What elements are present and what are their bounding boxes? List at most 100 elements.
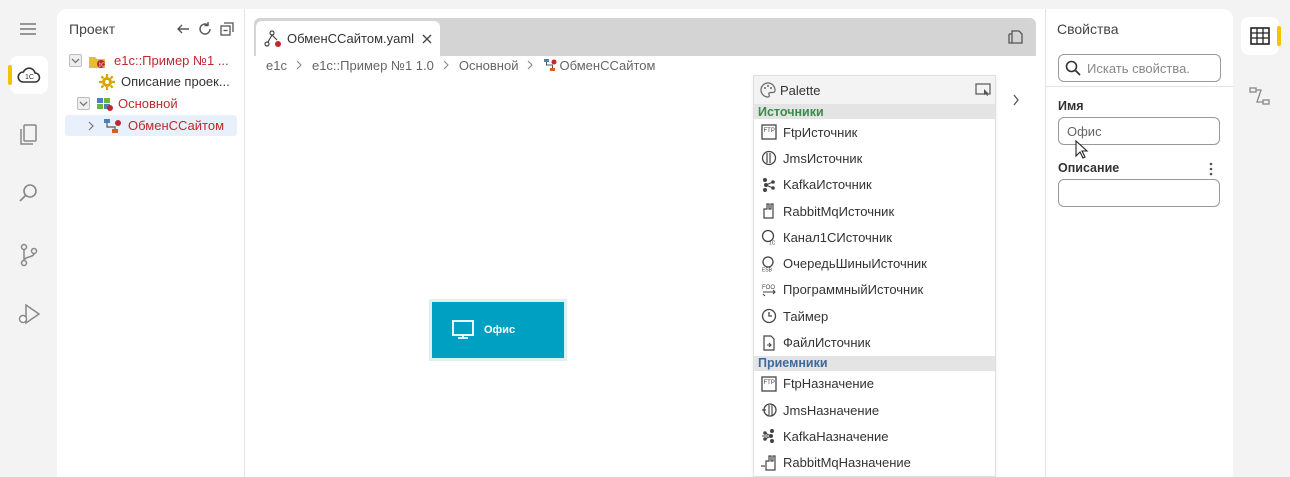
activity-source-control[interactable]: [10, 236, 48, 274]
tree-item-label: ОбменССайтом: [128, 118, 225, 133]
palette-section-destinations: Приемники: [754, 355, 995, 371]
palette-item-file-source[interactable]: ФайлИсточник: [754, 329, 995, 355]
tree-item-label: e1c::Пример №1 ...: [114, 53, 229, 68]
name-label: Имя: [1058, 99, 1084, 113]
expand-toggle[interactable]: [69, 54, 82, 67]
activity-bar: 1C: [0, 0, 57, 477]
close-icon[interactable]: [422, 34, 432, 44]
expand-toggle[interactable]: [77, 97, 90, 110]
tab-label: ОбменССайтом.yaml: [287, 31, 415, 46]
refresh-icon[interactable]: [198, 22, 212, 36]
project-title: Проект: [69, 21, 116, 37]
run-debug-icon: [18, 303, 41, 325]
structure-view-button[interactable]: [1241, 77, 1279, 115]
palette-item-kafka-destination[interactable]: KafkaНазначение: [754, 423, 995, 449]
cloud-1c-icon: 1C: [17, 67, 41, 83]
collapse-all-icon[interactable]: [220, 22, 234, 36]
workbench: Проект 1C e1c::Пример №1 ... Описание пр…: [57, 9, 1234, 477]
palette-icon: [760, 82, 776, 98]
palette-title: Palette: [780, 82, 821, 98]
breadcrumb-item[interactable]: Основной: [459, 58, 519, 73]
flow-file-icon: [264, 29, 281, 47]
node-label: Офис: [484, 324, 516, 336]
gear-icon: [99, 73, 115, 90]
1c-channel-icon: 1C: [761, 229, 777, 245]
tree-item-label: Описание проек...: [121, 74, 230, 89]
kafka-icon: [761, 428, 777, 444]
breadcrumb: e1c e1c::Пример №1 1.0 Основной ОбменССа…: [266, 55, 655, 75]
program-icon: FOO: [761, 282, 777, 298]
menu-icon[interactable]: [19, 22, 37, 39]
palette-item-rabbitmq-source[interactable]: RabbitMqИсточник: [754, 198, 995, 224]
tree-item-label: Основной: [118, 96, 178, 111]
property-search-input[interactable]: [1087, 60, 1217, 76]
svg-text:1C: 1C: [25, 74, 34, 81]
palette: Palette Источники FTP FtpИсточник JmsИсто…: [753, 75, 996, 477]
activity-explorer[interactable]: [10, 116, 48, 154]
palette-item-ftp-destination[interactable]: FTP FtpНазначение: [754, 371, 995, 397]
project-header: Проект: [57, 9, 244, 49]
palette-item-ftp-source[interactable]: FTP FtpИсточник: [754, 119, 995, 145]
files-icon: [20, 124, 37, 145]
divider: [1046, 86, 1234, 87]
rabbitmq-icon: [761, 455, 777, 471]
tab-strip: ОбменССайтом.yaml: [254, 18, 1036, 56]
svg-text:1C: 1C: [99, 62, 106, 68]
select-tool-icon[interactable]: [975, 83, 991, 97]
properties-view-button[interactable]: [1241, 17, 1281, 55]
more-vertical-icon[interactable]: [1209, 162, 1213, 176]
module-icon: [97, 97, 113, 111]
svg-text:ESB: ESB: [762, 267, 773, 272]
palette-item-jms-source[interactable]: JmsИсточник: [754, 145, 995, 171]
breadcrumb-item[interactable]: e1c: [266, 58, 287, 73]
mouse-cursor-icon: [1075, 140, 1089, 159]
chevron-right-icon: [296, 60, 302, 70]
svg-text:FTP: FTP: [764, 128, 775, 134]
property-search[interactable]: [1058, 54, 1221, 82]
tree-item-description[interactable]: Описание проек...: [99, 71, 230, 92]
palette-item-kafka-source[interactable]: KafkaИсточник: [754, 172, 995, 198]
chevron-right-icon[interactable]: [1012, 94, 1020, 106]
tree-item-project[interactable]: 1C e1c::Пример №1 ...: [69, 50, 229, 71]
description-field[interactable]: [1058, 179, 1220, 207]
flow-icon: [544, 59, 557, 71]
breadcrumb-item[interactable]: ОбменССайтом: [543, 58, 655, 73]
palette-section-sources: Источники: [754, 104, 995, 119]
esb-queue-icon: ESB: [761, 255, 777, 272]
palette-header: Palette: [754, 76, 995, 104]
diagram-node-office[interactable]: Офис: [429, 299, 567, 361]
table-icon: [1250, 27, 1270, 45]
project-panel: Проект 1C e1c::Пример №1 ... Описание пр…: [57, 9, 245, 477]
activity-search[interactable]: [10, 174, 48, 212]
tree-item-exchange[interactable]: ОбменССайтом: [65, 115, 237, 136]
kafka-icon: [761, 177, 777, 193]
svg-text:1C: 1C: [769, 241, 776, 246]
diagram-canvas[interactable]: Офис Palette Источники FTP FtpИсточник Jm…: [245, 75, 1045, 477]
palette-item-timer[interactable]: Таймер: [754, 303, 995, 329]
file-icon: [761, 334, 777, 351]
project-icon: 1C: [89, 56, 106, 68]
ftp-icon: FTP: [761, 376, 777, 392]
palette-item-1c-channel-source[interactable]: 1C Канал1СИсточник: [754, 224, 995, 250]
tab-exchange-yaml[interactable]: ОбменССайтом.yaml: [256, 21, 440, 56]
activity-integration[interactable]: 1C: [8, 56, 48, 94]
breadcrumb-item[interactable]: e1c::Пример №1 1.0: [312, 58, 434, 73]
back-arrow-icon[interactable]: [176, 22, 190, 36]
rabbitmq-icon: [761, 203, 777, 219]
open-source-icon[interactable]: [1008, 29, 1024, 45]
palette-item-jms-destination[interactable]: JmsНазначение: [754, 397, 995, 423]
activity-run-debug[interactable]: [10, 295, 48, 333]
search-icon: [19, 184, 37, 202]
palette-item-program-source[interactable]: FOO ПрограммныйИсточник: [754, 277, 995, 303]
chevron-right-icon: [528, 60, 534, 70]
properties-panel: Свойства Имя Офис Описание: [1045, 9, 1234, 477]
flow-structure-icon: [1249, 87, 1270, 105]
chevron-right-icon[interactable]: [87, 121, 95, 131]
tree-item-main[interactable]: Основной: [77, 93, 178, 114]
palette-item-rabbitmq-destination[interactable]: RabbitMqНазначение: [754, 450, 995, 476]
right-activity-bar: [1233, 0, 1290, 477]
palette-item-esb-queue-source[interactable]: ESB ОчередьШиныИсточник: [754, 250, 995, 276]
description-label: Описание: [1058, 161, 1120, 175]
ftp-icon: FTP: [761, 124, 777, 140]
jms-icon: [761, 402, 777, 418]
